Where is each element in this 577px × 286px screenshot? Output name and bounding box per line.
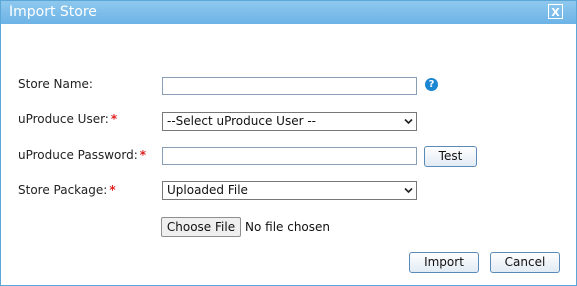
import-button[interactable]: Import bbox=[409, 252, 479, 273]
file-status-text: No file chosen bbox=[245, 220, 331, 234]
dialog-title: Import Store bbox=[9, 4, 97, 20]
store-package-label: Store Package: * bbox=[18, 183, 116, 197]
uproduce-user-label: uProduce User: * bbox=[18, 112, 117, 126]
test-button[interactable]: Test bbox=[424, 146, 477, 167]
choose-file-button[interactable]: Choose File bbox=[161, 217, 241, 237]
uproduce-password-label: uProduce Password: * bbox=[18, 148, 146, 162]
required-marker: * bbox=[110, 112, 118, 126]
store-name-input[interactable] bbox=[162, 77, 417, 95]
cancel-button[interactable]: Cancel bbox=[490, 252, 560, 273]
close-button[interactable]: X bbox=[548, 4, 563, 19]
dialog-titlebar: Import Store X bbox=[1, 1, 576, 24]
chevron-down-icon bbox=[404, 187, 413, 194]
uproduce-user-selected-value: --Select uProduce User -- bbox=[167, 114, 316, 128]
store-package-label-text: Store Package: bbox=[18, 183, 108, 197]
chevron-down-icon bbox=[404, 118, 413, 125]
required-marker: * bbox=[109, 183, 116, 197]
store-name-label: Store Name: bbox=[18, 77, 93, 91]
store-package-select[interactable]: Uploaded File bbox=[162, 181, 417, 200]
import-store-dialog: Import Store X Store Name: ? uProduce Us… bbox=[0, 0, 577, 286]
uproduce-user-label-text: uProduce User: bbox=[18, 112, 109, 126]
uproduce-password-label-text: uProduce Password: bbox=[18, 148, 138, 162]
store-package-selected-value: Uploaded File bbox=[167, 183, 248, 197]
uproduce-user-select[interactable]: --Select uProduce User -- bbox=[162, 112, 417, 131]
uproduce-password-input[interactable] bbox=[162, 147, 417, 165]
required-marker: * bbox=[139, 148, 147, 162]
help-icon[interactable]: ? bbox=[425, 78, 438, 91]
